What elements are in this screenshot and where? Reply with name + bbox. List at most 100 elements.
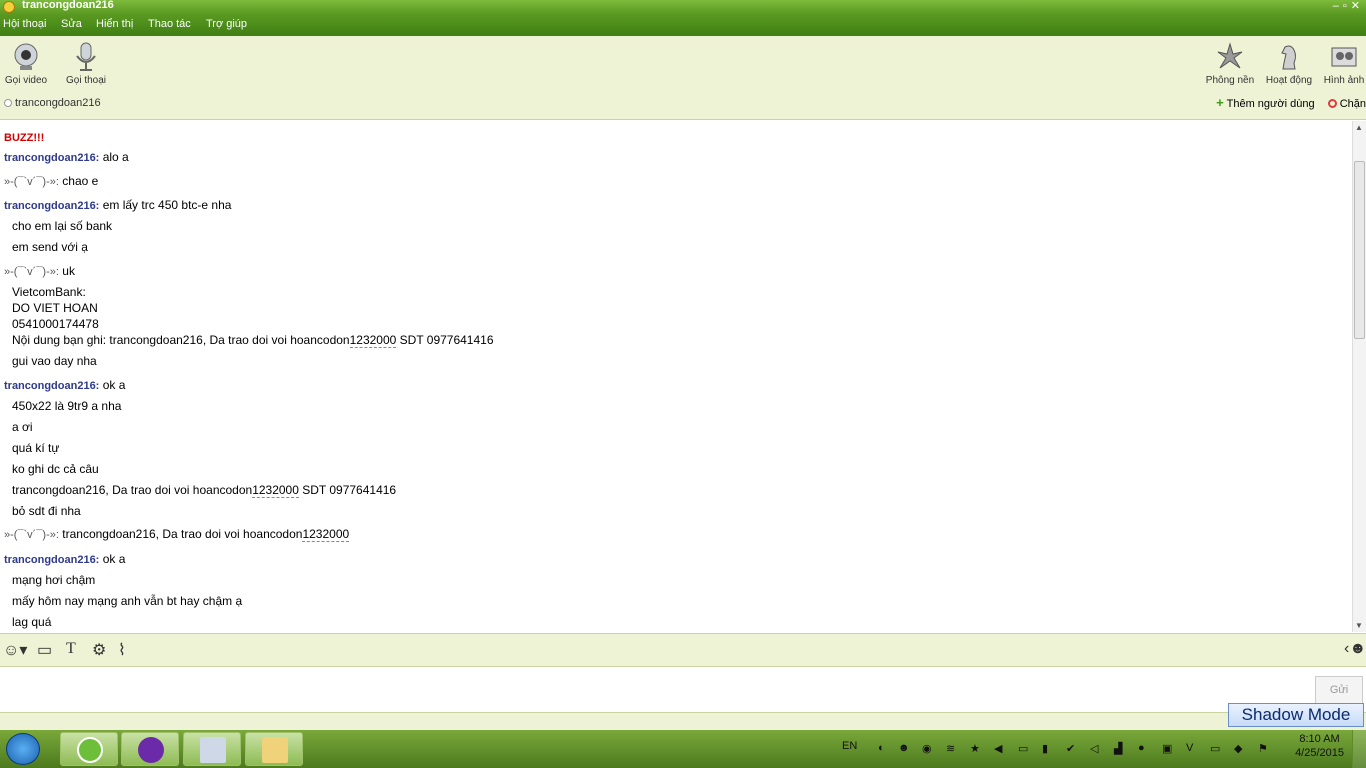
chat-message: »-(¯`v´¯)-»: uk (4, 264, 75, 278)
app-icon (77, 737, 103, 763)
phone-link[interactable]: 1232000 (302, 527, 350, 542)
tray-icon[interactable]: ◐ (878, 742, 885, 754)
chat-message-cont: ko ghi dc cả câu (12, 462, 99, 476)
chat-message: »-(¯`v´¯)-»: chao e (4, 174, 99, 188)
antivirus-icon[interactable]: V (1186, 742, 1193, 754)
scroll-up-icon[interactable]: ▲ (1355, 123, 1363, 132)
menu-view[interactable]: Hiển thị (96, 18, 133, 30)
minimize-icon[interactable]: – (1333, 0, 1343, 12)
tray-app-icon[interactable]: ● (1138, 742, 1145, 754)
chat-message-cont: trancongdoan216, Da trao doi voi hoancod… (12, 483, 397, 498)
send-button[interactable]: Gửi (1315, 676, 1363, 704)
start-button[interactable] (6, 733, 40, 765)
toolbar: Gọi video Gọi thoại Phông nền Hoạt động … (0, 36, 1366, 120)
calculator-icon (200, 737, 226, 763)
chat-message-cont: em send với ạ (12, 240, 88, 254)
chat-message-cont: lag quá (12, 615, 52, 629)
voice-call-button[interactable]: Gọi thoại (58, 40, 114, 90)
emoticon-icon[interactable]: ☺▾ (3, 640, 27, 660)
background-button[interactable]: Phông nền (1202, 40, 1258, 90)
chat-transcript[interactable]: BUZZ!!! trancongdoan216: alo a »-(¯`v´¯)… (0, 121, 1352, 632)
scroll-thumb[interactable] (1354, 161, 1365, 339)
status-dot-icon (4, 99, 12, 107)
phone-link[interactable]: 1232000 (252, 483, 299, 498)
text-format-icon[interactable]: T (66, 640, 76, 658)
sender-name: »-(¯`v´¯)-»: (4, 266, 59, 278)
taskbar-explorer[interactable] (245, 732, 303, 766)
sender-name: »-(¯`v´¯)-»: (4, 176, 59, 188)
chat-message: trancongdoan216: alo a (4, 150, 129, 164)
tray-usb-icon[interactable]: ▮ (1042, 742, 1048, 755)
chat-message-cont: bỏ sdt đi nha (12, 504, 81, 518)
menu-conversation[interactable]: Hội thoại (3, 18, 46, 30)
taskbar-app-1[interactable] (60, 732, 118, 766)
tray-screen-icon[interactable]: ▭ (1210, 742, 1220, 755)
buzz-line: BUZZ!!! (4, 132, 45, 144)
menu-help[interactable]: Trợ giúp (206, 18, 247, 30)
menu-actions[interactable]: Thao tác (148, 18, 191, 30)
wifi-icon[interactable]: ≋ (946, 742, 955, 755)
webcam-icon (14, 43, 38, 70)
close-icon[interactable]: ✕ (1351, 0, 1364, 12)
tray-yahoo-icon[interactable]: ☻ (898, 742, 910, 754)
tray-globe-icon[interactable]: ◉ (922, 742, 932, 755)
audible-icon[interactable]: ▭ (37, 640, 52, 660)
network-icon[interactable]: ▟ (1114, 742, 1122, 755)
action-center-flag-icon[interactable]: ⚑ (1258, 742, 1268, 755)
chat-message: trancongdoan216: em lấy trc 450 btc-e nh… (4, 198, 232, 212)
chat-message: »-(¯`v´¯)-»: trancongdoan216, Da trao do… (4, 527, 350, 542)
photos-button[interactable]: Hình ảnh (1316, 40, 1366, 90)
tray-device-icon[interactable]: ▭ (1018, 742, 1028, 755)
settings-icon[interactable]: ⚙ (92, 640, 106, 660)
add-user-button[interactable]: + Thêm người dùng (1216, 95, 1314, 110)
chat-message-cont: 0541000174478 (12, 317, 99, 331)
speaker-icon[interactable]: ◁ (1090, 742, 1098, 755)
chat-message-cont: Nội dung bạn ghi: trancongdoan216, Da tr… (12, 333, 494, 348)
taskbar: EN ◐ ☻ ◉ ≋ ★ ◀ ▭ ▮ ✔ ◁ ▟ ● ▣ V ▭ ◆ ⚑ 8:1… (0, 730, 1366, 768)
clock[interactable]: 8:10 AM 4/25/2015 (1295, 733, 1344, 759)
sender-name: trancongdoan216: (4, 200, 100, 212)
show-desktop-button[interactable] (1352, 730, 1366, 768)
scroll-down-icon[interactable]: ▼ (1355, 621, 1363, 630)
window-controls[interactable]: –▫✕ (1333, 0, 1364, 12)
activities-button[interactable]: Hoạt động (1261, 40, 1317, 90)
attachment-icon[interactable]: ⌇ (118, 640, 126, 660)
chat-message-cont: VietcomBank: (12, 285, 86, 299)
contact-actions: + Thêm người dùng Chặn (1206, 95, 1366, 110)
chat-message-cont: quá kí tự (12, 441, 60, 455)
chat-message-cont: DO VIET HOAN (12, 301, 98, 315)
format-toolbar: ☺▾ ▭ T ⚙ ⌇ ‹☻ (0, 633, 1366, 667)
tray-monitor-icon[interactable]: ▣ (1162, 742, 1172, 755)
sender-name: trancongdoan216: (4, 380, 100, 392)
chat-message: trancongdoan216: ok a (4, 378, 126, 392)
tray-star-icon[interactable]: ★ (970, 742, 980, 755)
clock-date: 4/25/2015 (1295, 747, 1344, 759)
video-call-button[interactable]: Gọi video (0, 40, 54, 90)
background-icon (1217, 42, 1243, 69)
tray-check-icon[interactable]: ✔ (1066, 742, 1075, 755)
volume-icon[interactable]: ◀ (994, 742, 1002, 755)
contact-panel-icon[interactable]: ‹☻ (1344, 640, 1366, 658)
shadow-mode-badge: Shadow Mode (1228, 703, 1364, 727)
phone-link[interactable]: 1232000 (349, 333, 397, 348)
title-bar: trancongdoan216 –▫✕ (0, 0, 1366, 14)
menu-bar: Hội thoại Sửa Hiển thị Thao tác Trợ giúp (0, 14, 1366, 36)
chat-message-cont: 450x22 là 9tr9 a nha (12, 399, 122, 413)
contact-name: trancongdoan216 (15, 97, 101, 109)
window-title: trancongdoan216 (22, 0, 114, 11)
clock-time: 8:10 AM (1299, 733, 1340, 745)
block-button[interactable]: Chặn (1327, 98, 1366, 110)
message-input[interactable]: Gửi (0, 668, 1366, 712)
chat-message-cont: cho em lại số bank (12, 219, 113, 233)
chat-scrollbar[interactable]: ▲ ▼ (1352, 121, 1366, 632)
language-indicator[interactable]: EN (842, 740, 857, 752)
yahoo-smiley-icon (3, 1, 15, 13)
taskbar-yahoo-messenger[interactable] (121, 732, 179, 766)
restore-icon[interactable]: ▫ (1343, 0, 1351, 12)
taskbar-calculator[interactable] (183, 732, 241, 766)
menu-edit[interactable]: Sửa (61, 18, 82, 30)
tray-network-icon[interactable]: ◆ (1234, 742, 1242, 755)
chat-message-cont: mấy hôm nay mạng anh vẫn bt hay chậm ạ (12, 594, 243, 608)
block-icon (1327, 99, 1337, 108)
contact-status: trancongdoan216 (4, 97, 101, 109)
